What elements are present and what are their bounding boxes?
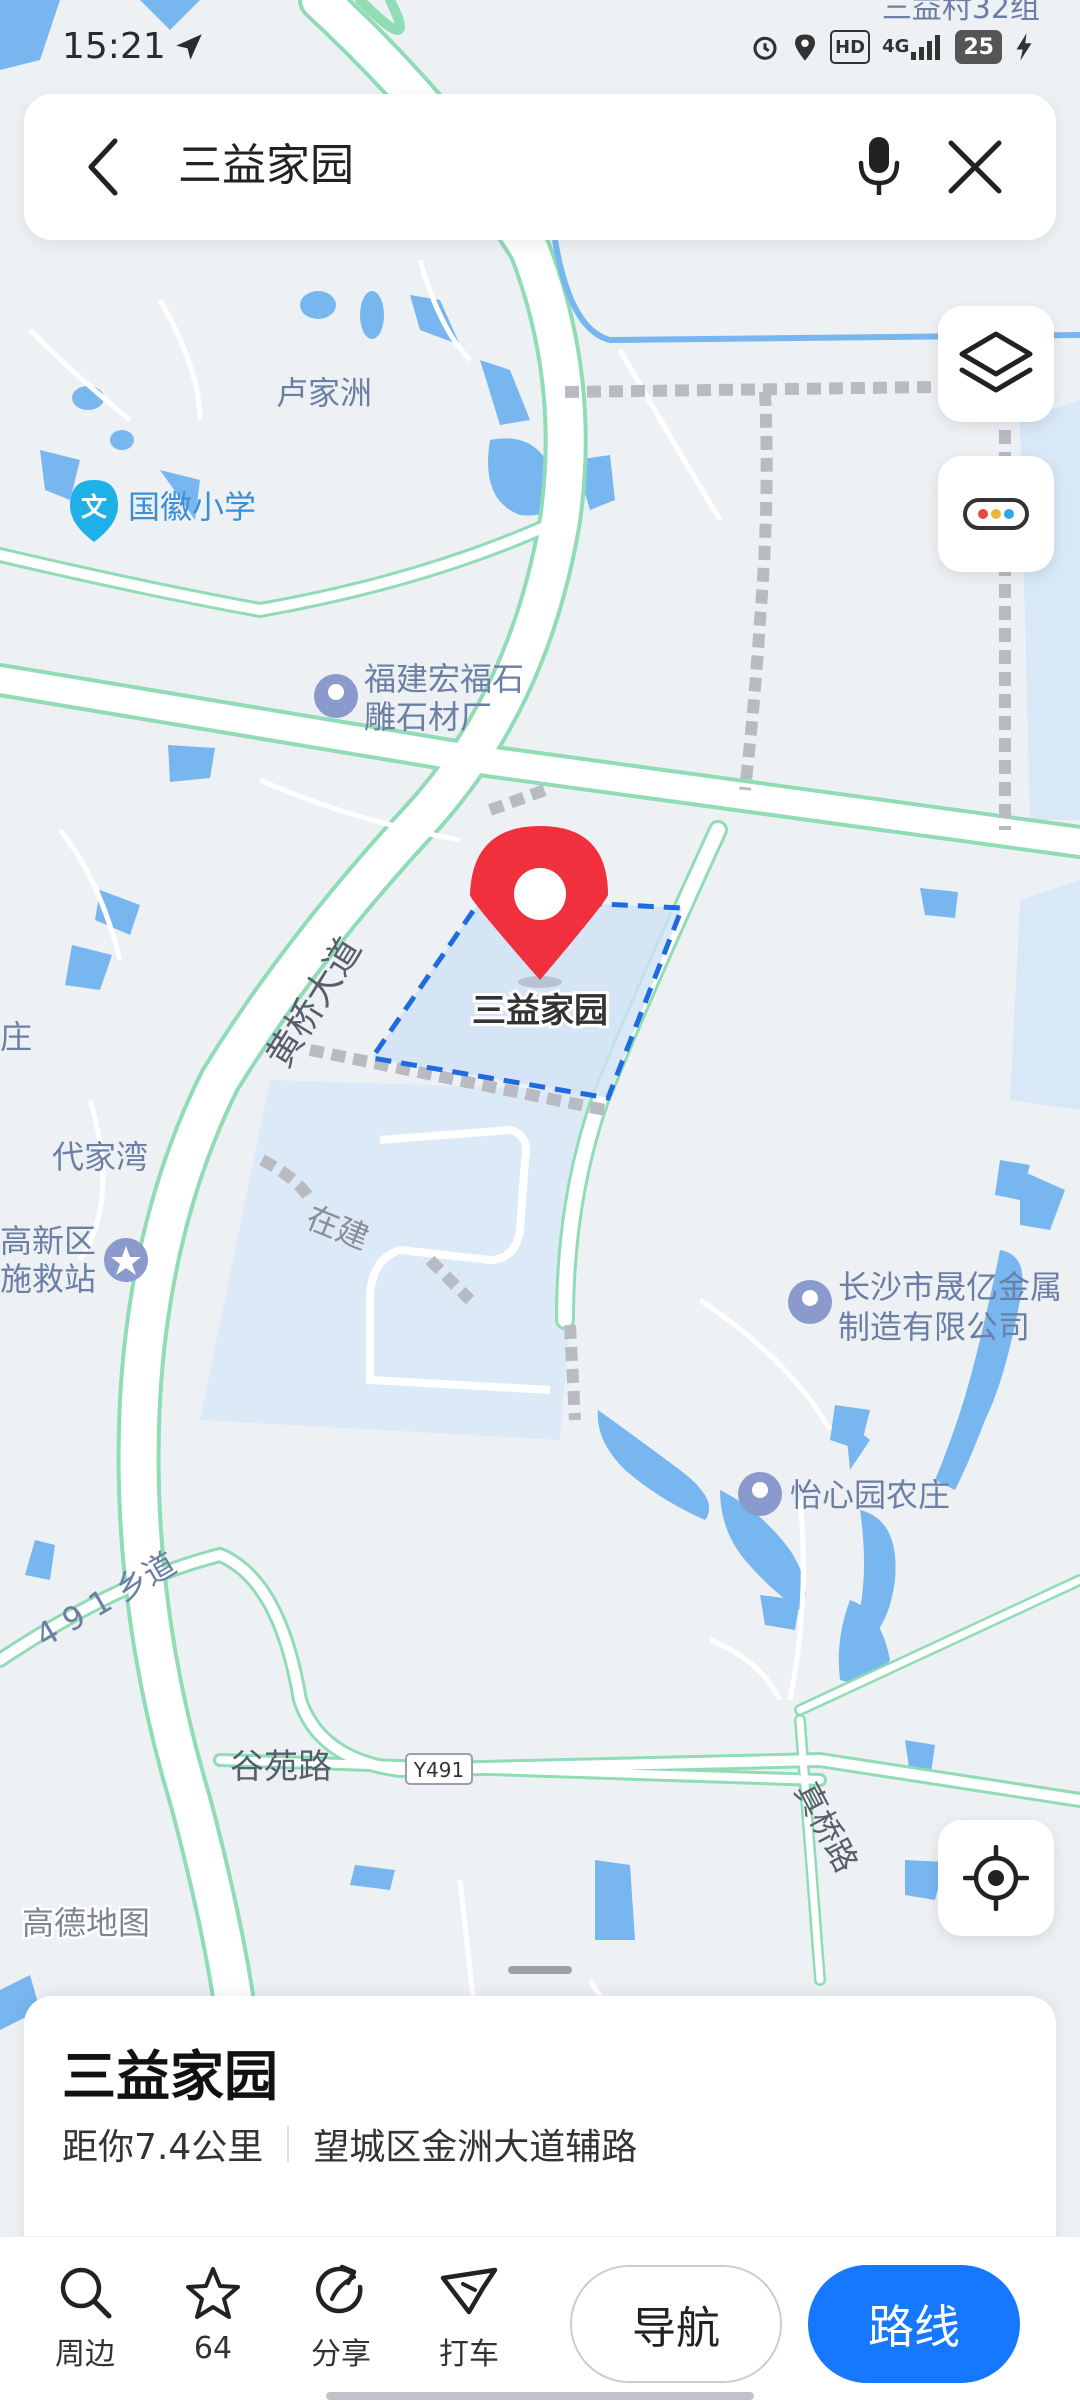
status-bar: 15:21 HD 4G 25 bbox=[0, 0, 1080, 90]
road-shield-y491: Y491 bbox=[405, 1753, 473, 1785]
place-distance: 距你7.4公里 bbox=[62, 2127, 264, 2168]
back-arrow-icon bbox=[88, 138, 118, 196]
map-label-destination: 三益家园 bbox=[472, 991, 608, 1031]
road-shield-y491-label: Y491 bbox=[413, 1758, 464, 1782]
voice-search-button[interactable] bbox=[844, 132, 914, 202]
map-label-lujiazhou: 卢家洲 bbox=[276, 374, 372, 412]
locate-me-button[interactable] bbox=[938, 1820, 1054, 1936]
taxi-icon bbox=[439, 2263, 499, 2321]
map-label-metal-2: 制造有限公司 bbox=[838, 1308, 1030, 1346]
signal-icon: 4G bbox=[882, 30, 943, 64]
map-label-zhuang: 庄 bbox=[0, 1018, 32, 1056]
map-label-stone-factory-1: 福建宏福石 bbox=[364, 660, 524, 698]
search-query[interactable]: 三益家园 bbox=[178, 134, 354, 198]
status-icons: HD 4G 25 bbox=[750, 30, 1034, 64]
share-label: 分享 bbox=[311, 2337, 371, 2372]
area-shape bbox=[1010, 880, 1080, 1110]
microphone-icon bbox=[858, 137, 900, 195]
poi-pin-icon bbox=[314, 674, 358, 718]
svg-text:文: 文 bbox=[81, 492, 108, 523]
place-info-card[interactable]: 三益家园 距你7.4公里 望城区金洲大道辅路 bbox=[24, 1996, 1056, 2256]
share-button[interactable]: 分享 bbox=[286, 2263, 396, 2373]
map-label-rescue-2: 施救站 bbox=[0, 1260, 96, 1298]
search-bar[interactable]: 三益家园 bbox=[24, 94, 1056, 240]
layers-button[interactable] bbox=[938, 306, 1054, 422]
map-label-metal-1: 长沙市晟亿金属 bbox=[838, 1268, 1062, 1306]
map-label-farm: 怡心园农庄 bbox=[790, 1476, 950, 1514]
favorite-button[interactable]: 64 bbox=[158, 2263, 268, 2373]
map-label-daijiawan: 代家湾 bbox=[52, 1138, 148, 1176]
share-icon bbox=[311, 2263, 371, 2321]
navigate-button[interactable]: 导航 bbox=[570, 2265, 782, 2383]
poi-pin-icon bbox=[738, 1472, 782, 1516]
taxi-button[interactable]: 打车 bbox=[414, 2263, 524, 2373]
more-tools-button[interactable] bbox=[938, 456, 1054, 572]
route-button[interactable]: 路线 bbox=[808, 2265, 1020, 2383]
taxi-label: 打车 bbox=[439, 2337, 499, 2372]
back-button[interactable] bbox=[68, 132, 138, 202]
map-label-school: 国徽小学 bbox=[128, 488, 256, 526]
nearby-label: 周边 bbox=[55, 2337, 115, 2372]
star-icon bbox=[183, 2263, 243, 2323]
place-title: 三益家园 bbox=[62, 2045, 278, 2108]
place-meta: 距你7.4公里 望城区金洲大道辅路 bbox=[62, 2118, 637, 2170]
search-icon bbox=[55, 2263, 115, 2321]
meta-divider bbox=[287, 2126, 290, 2162]
map-label-stone-factory-2: 雕石材厂 bbox=[364, 698, 492, 736]
sheet-drag-handle[interactable] bbox=[508, 1966, 572, 1974]
nearby-button[interactable]: 周边 bbox=[30, 2263, 140, 2373]
home-indicator[interactable] bbox=[326, 2392, 754, 2400]
battery-level: 25 bbox=[955, 30, 1002, 64]
clear-search-button[interactable] bbox=[940, 132, 1010, 202]
more-dots-icon bbox=[963, 498, 1029, 530]
map-watermark: 高德地图 bbox=[22, 1904, 150, 1942]
alarm-icon bbox=[750, 30, 780, 64]
charging-icon bbox=[1014, 30, 1034, 64]
bottom-action-bar: 周边 64 分享 打车 导航 路线 bbox=[0, 2236, 1080, 2404]
poi-pin-icon bbox=[788, 1280, 832, 1324]
road-label-guyuan: 谷苑路 bbox=[230, 1747, 332, 1787]
rescue-star-icon bbox=[104, 1238, 148, 1282]
layers-icon bbox=[959, 331, 1033, 393]
favorite-count: 64 bbox=[193, 2331, 233, 2366]
close-icon bbox=[948, 140, 1002, 194]
network-type: 4G bbox=[882, 36, 910, 57]
map-label-rescue-1: 高新区 bbox=[0, 1222, 96, 1260]
status-time: 15:21 bbox=[62, 26, 166, 67]
location-send-icon bbox=[176, 34, 202, 60]
place-address: 望城区金洲大道辅路 bbox=[313, 2127, 638, 2168]
locate-crosshair-icon bbox=[963, 1845, 1029, 1911]
location-icon bbox=[792, 30, 818, 64]
hd-badge: HD bbox=[830, 30, 871, 64]
